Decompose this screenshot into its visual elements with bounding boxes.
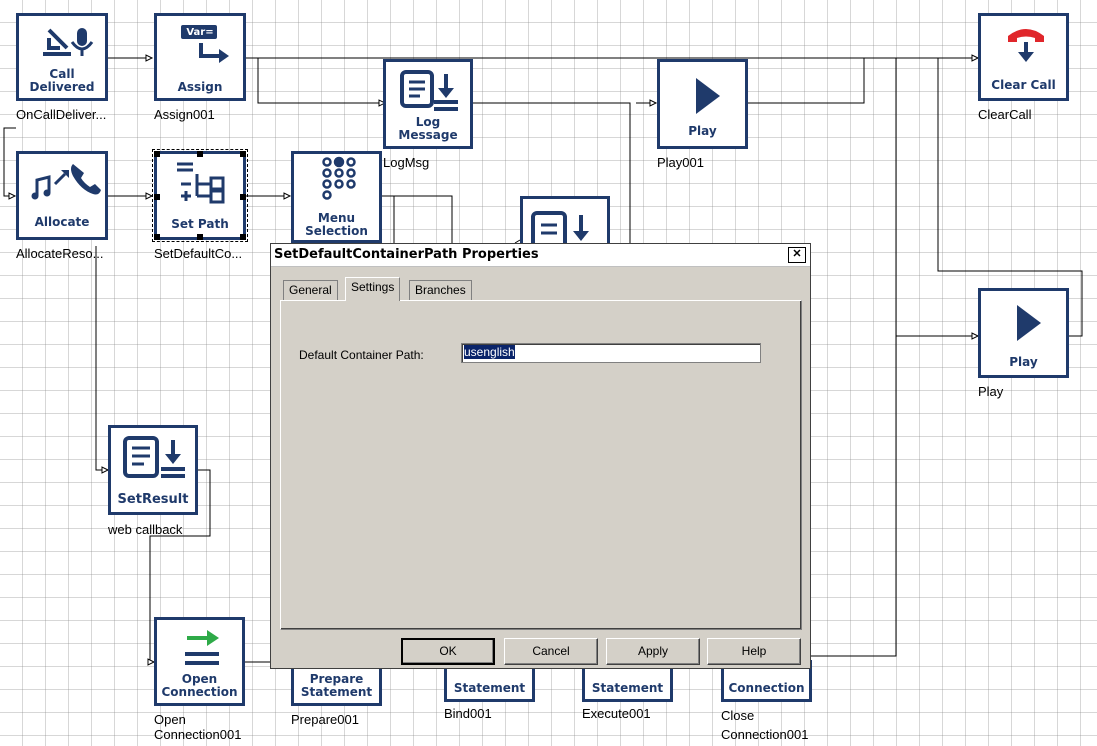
node-caption: ClearCall — [978, 107, 1032, 122]
call-delivered-node[interactable]: Call Delivered — [16, 13, 108, 101]
log-document-icon — [400, 70, 458, 111]
apply-button[interactable]: Apply — [606, 638, 700, 665]
node-caption: Execute001 — [582, 706, 651, 721]
input-selected-text: usenglish — [464, 345, 515, 359]
resize-handle[interactable] — [197, 151, 203, 157]
node-label: SetResult — [117, 492, 189, 507]
node-label: Connection — [728, 681, 805, 695]
resize-handle[interactable] — [240, 194, 246, 200]
node-label: Statement — [453, 681, 526, 695]
node-label: Statement — [591, 681, 664, 695]
node-caption: Assign001 — [154, 107, 215, 122]
play-icon — [1017, 305, 1041, 341]
resize-handle[interactable] — [240, 234, 246, 240]
assign-node[interactable]: Var= Assign — [154, 13, 246, 101]
node-label: Prepare Statement — [300, 672, 373, 699]
node-label: Menu Selection — [305, 211, 368, 238]
node-label: Set Path — [171, 217, 229, 231]
node-caption: AllocateReso... — [16, 246, 104, 261]
node-caption: Close Connection001 — [721, 708, 809, 742]
node-caption: Bind001 — [444, 706, 492, 721]
node-label: Open Connection — [161, 672, 238, 699]
node-label: Clear Call — [991, 78, 1056, 92]
open-connection-icon — [185, 630, 219, 665]
close-icon[interactable]: ✕ — [788, 247, 806, 263]
node-label: Play — [1009, 355, 1038, 369]
node-label: Play — [688, 124, 717, 138]
resize-handle[interactable] — [154, 234, 160, 240]
ok-button[interactable]: OK — [401, 638, 495, 665]
properties-dialog[interactable]: SetDefaultContainerPath Properties ✕ Gen… — [270, 243, 811, 669]
set-result-node[interactable]: SetResult — [108, 425, 198, 515]
help-button[interactable]: Help — [707, 638, 801, 665]
set-path-node[interactable]: Set Path — [152, 149, 248, 242]
log-message-node[interactable]: Log Message — [383, 59, 473, 149]
dialog-title: SetDefaultContainerPath Properties — [274, 247, 539, 262]
call-delivered-icon — [43, 28, 94, 56]
clear-call-node[interactable]: Clear Call — [978, 13, 1069, 101]
var-icon-text: Var= — [186, 27, 214, 38]
menu-selection-node[interactable]: Menu Selection — [291, 151, 382, 243]
resize-handle[interactable] — [154, 194, 160, 200]
tab-branches[interactable]: Branches — [409, 280, 472, 300]
tab-settings[interactable]: Settings — [345, 277, 401, 301]
play-node-2[interactable]: Play — [978, 288, 1069, 378]
open-connection-node[interactable]: Open Connection — [154, 617, 245, 706]
node-caption: Play — [978, 384, 1004, 399]
set-path-tree-icon — [177, 162, 225, 204]
cancel-button[interactable]: Cancel — [504, 638, 598, 665]
allocate-music-phone-icon — [31, 164, 101, 200]
allocate-node[interactable]: Allocate — [16, 151, 108, 240]
resize-handle[interactable] — [240, 151, 246, 157]
node-label: Log Message — [398, 115, 458, 142]
resize-handle[interactable] — [197, 234, 203, 240]
node-caption: LogMsg — [383, 155, 430, 170]
node-caption: Open Connection001 — [154, 712, 242, 742]
play-icon — [696, 78, 720, 114]
node-caption: Play001 — [657, 155, 704, 170]
play-node-1[interactable]: Play — [657, 59, 748, 149]
node-caption: OnCallDeliver... — [16, 107, 107, 122]
default-container-path-input[interactable]: usenglish — [461, 343, 761, 363]
node-caption: SetDefaultCo... — [154, 246, 243, 261]
hangup-phone-icon — [1008, 29, 1044, 62]
node-label: Assign — [177, 80, 223, 94]
node-label: Call Delivered — [29, 67, 95, 94]
dialog-titlebar[interactable]: SetDefaultContainerPath Properties ✕ — [271, 244, 810, 267]
node-label: Allocate — [34, 215, 90, 229]
node-caption: Prepare001 — [291, 712, 359, 727]
node-caption: web callback — [108, 522, 183, 537]
resize-handle[interactable] — [154, 151, 160, 157]
keypad-icon — [322, 156, 356, 200]
default-container-path-label: Default Container Path: — [299, 348, 424, 362]
set-result-document-icon — [123, 436, 185, 478]
tab-general[interactable]: General — [283, 280, 338, 300]
